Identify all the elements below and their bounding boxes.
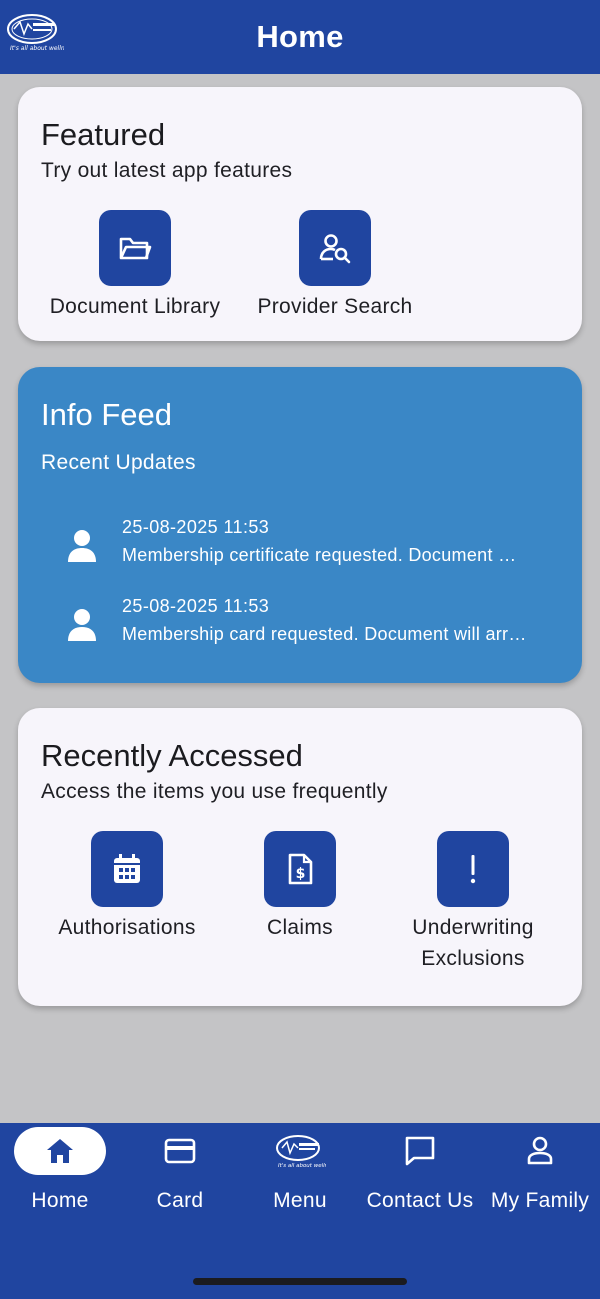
nav-item-menu[interactable]: It's all about wellness Menu [240, 1123, 360, 1253]
person-icon [527, 1136, 553, 1165]
recently-accessed-title: Recently Accessed [41, 738, 303, 773]
recently-accessed-subtitle: Access the items you use frequently [41, 780, 388, 803]
nav-menu-icon-wrap[interactable]: It's all about wellness [254, 1127, 346, 1175]
home-icon [47, 1139, 73, 1163]
feed-item[interactable]: 25-08-2025 11:53 Membership certificate … [60, 517, 560, 577]
featured-title: Featured [41, 117, 166, 152]
calendar-icon [114, 854, 140, 883]
nav-item-card[interactable]: Card [120, 1123, 240, 1253]
info-feed-subtitle: Recent Updates [41, 451, 196, 474]
feed-item-text: Membership certificate requested. Docume… [122, 545, 527, 565]
nav-menu-label: Menu [273, 1189, 327, 1212]
feed-item-time: 25-08-2025 11:53 [122, 596, 270, 616]
svg-text:It's all about wellness: It's all about wellness [278, 1163, 326, 1169]
svg-text:$: $ [296, 866, 306, 882]
person-search-icon [319, 234, 351, 264]
nav-family-icon-wrap[interactable] [494, 1127, 586, 1175]
card-icon [164, 1138, 196, 1164]
nav-item-contact-us[interactable]: Contact Us [360, 1123, 480, 1253]
feed-item-time: 25-08-2025 11:53 [122, 517, 270, 537]
claims-button[interactable]: $ Claims [210, 831, 390, 943]
featured-subtitle: Try out latest app features [41, 159, 293, 182]
featured-card: Featured Try out latest app features Doc… [18, 87, 582, 341]
authorisations-button[interactable]: Authorisations [37, 831, 217, 943]
bottom-navigation-bar: Home Card It's all about wellness Menu [0, 1123, 600, 1299]
provider-search-button[interactable]: Provider Search [245, 210, 425, 322]
authorisations-label: Authorisations [58, 916, 196, 939]
nav-home-icon-wrap[interactable] [14, 1127, 106, 1175]
document-library-label: Document Library [49, 295, 221, 318]
document-library-button[interactable]: Document Library [45, 210, 225, 322]
feed-item-text: Membership card requested. Document will… [122, 624, 527, 644]
nav-item-my-family[interactable]: My Family [480, 1123, 600, 1253]
nav-contact-label: Contact Us [366, 1189, 474, 1212]
nav-item-home[interactable]: Home [0, 1123, 120, 1253]
nav-contact-icon-wrap[interactable] [374, 1127, 466, 1175]
chat-icon [405, 1136, 435, 1166]
app-header: It's all about wellness Home [0, 0, 600, 74]
provider-search-icon-tile[interactable] [299, 210, 371, 286]
recently-accessed-card: Recently Accessed Access the items you u… [18, 708, 582, 1006]
botsogo-logo-icon[interactable]: It's all about wellness [6, 10, 64, 54]
claims-icon-tile[interactable]: $ [264, 831, 336, 907]
svg-text:It's all about wellness: It's all about wellness [10, 45, 64, 52]
nav-family-label: My Family [490, 1189, 590, 1212]
info-feed-title: Info Feed [41, 397, 172, 432]
person-icon [68, 609, 96, 641]
folder-open-icon [119, 237, 152, 260]
document-library-icon-tile[interactable] [99, 210, 171, 286]
provider-search-label: Provider Search [257, 295, 413, 318]
exclamation-icon [470, 855, 476, 884]
nav-card-icon-wrap[interactable] [134, 1127, 226, 1175]
underwriting-exclusions-button[interactable]: Underwriting Exclusions [383, 831, 563, 974]
person-icon [68, 530, 96, 562]
underwriting-exclusions-label: Underwriting Exclusions [412, 916, 534, 970]
nav-card-label: Card [156, 1189, 204, 1212]
page-title: Home [256, 19, 344, 54]
claims-label: Claims [267, 916, 333, 939]
authorisations-icon-tile[interactable] [91, 831, 163, 907]
underwriting-exclusions-icon-tile[interactable] [437, 831, 509, 907]
home-indicator[interactable] [193, 1278, 407, 1285]
info-feed-card: Info Feed Recent Updates 25-08-2025 11:5… [18, 367, 582, 683]
feed-item[interactable]: 25-08-2025 11:53 Membership card request… [60, 596, 560, 656]
dollar-document-icon: $ [288, 853, 313, 885]
nav-home-label: Home [31, 1189, 89, 1212]
logo-icon: It's all about wellness [276, 1135, 326, 1169]
